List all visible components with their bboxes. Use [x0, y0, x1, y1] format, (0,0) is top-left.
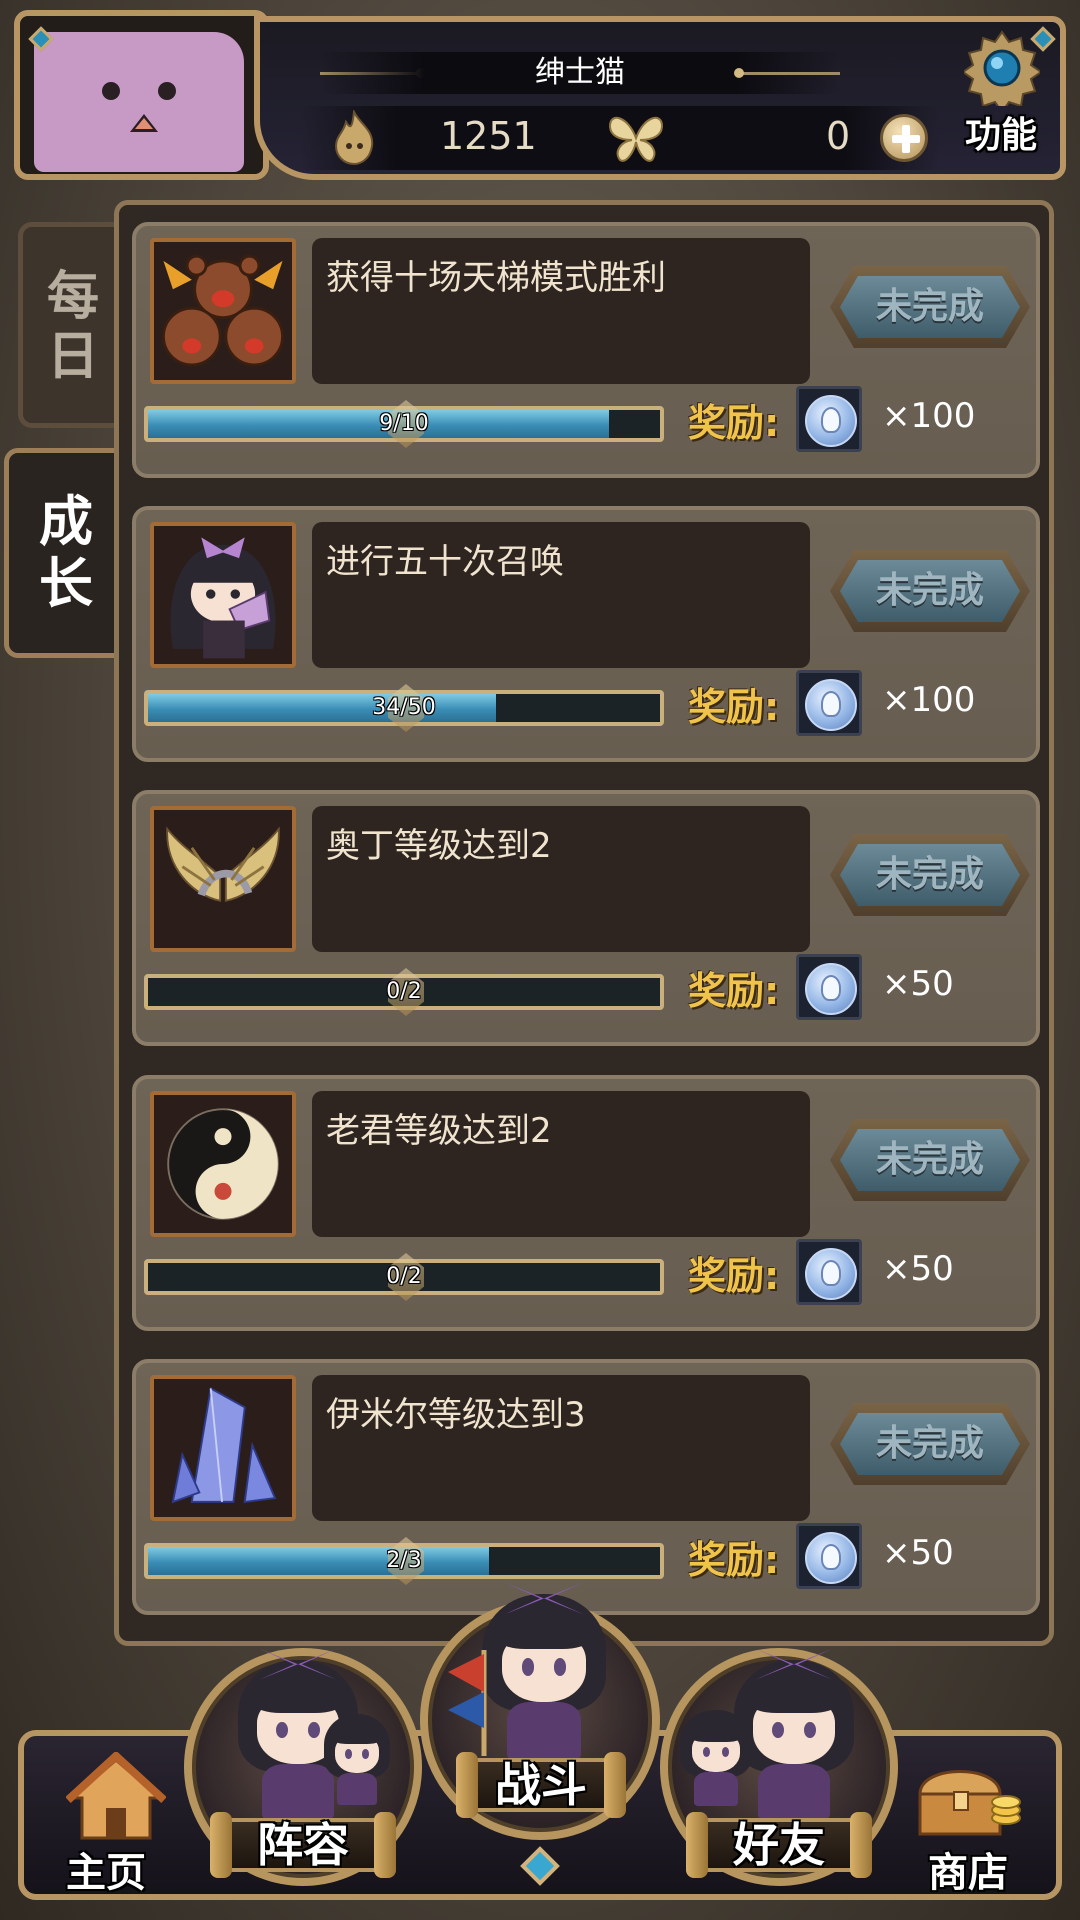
quest-card: 伊米尔等级达到3 未完成 2/3 奖励: ×50: [132, 1359, 1040, 1615]
progress-bar: 2/3: [144, 1537, 664, 1585]
status-label: 未完成: [875, 854, 984, 895]
quest-title: 进行五十次召唤: [326, 542, 564, 582]
spirit-coin-icon[interactable]: [796, 1523, 862, 1589]
quest-title: 获得十场天梯模式胜利: [326, 258, 666, 298]
winged-helm-icon: [150, 806, 296, 952]
quest-status-button[interactable]: 未完成: [830, 550, 1030, 632]
progress-text: 2/3: [386, 1548, 422, 1573]
flag-icon: [448, 1650, 487, 1756]
reward-amount: ×50: [882, 964, 954, 1004]
reward-amount: ×100: [882, 396, 976, 436]
reward-label: 奖励:: [688, 401, 780, 445]
status-label: 未完成: [875, 1139, 984, 1180]
reward-amount: ×50: [882, 1249, 954, 1289]
tab-growth-label: 成 长: [9, 491, 123, 615]
reward-label: 奖励:: [688, 1538, 780, 1582]
status-label: 未完成: [875, 1423, 984, 1464]
avatar-eye-right: [158, 82, 176, 100]
add-currency-button[interactable]: [880, 114, 928, 162]
quest-status-button[interactable]: 未完成: [830, 1403, 1030, 1485]
quest-card: 奥丁等级达到2 未完成 0/2 奖励: ×50: [132, 790, 1040, 1046]
tab-daily-label: 每 日: [23, 267, 123, 387]
spirit-coin-icon[interactable]: [796, 386, 862, 452]
function-button[interactable]: 功能: [946, 30, 1056, 170]
nav-battle[interactable]: 战斗: [420, 1582, 660, 1840]
gear-icon: [964, 30, 1040, 106]
quest-title: 老君等级达到2: [326, 1111, 552, 1151]
quest-description-box: 进行五十次召唤: [312, 522, 810, 668]
tab-growth-text: 成 长: [39, 490, 93, 615]
avatar-frame[interactable]: [14, 10, 269, 180]
nav-battle-banner: 战斗: [456, 1752, 626, 1818]
quest-description-box: 老君等级达到2: [312, 1091, 810, 1237]
reward-amount: ×50: [882, 1533, 954, 1573]
progress-bar: 0/2: [144, 968, 664, 1016]
progress-text: 0/2: [386, 979, 422, 1004]
nav-friends-label: 好友: [733, 1818, 825, 1872]
reward-label: 奖励:: [688, 1254, 780, 1298]
name-decoration-right: [734, 68, 840, 78]
reward-label: 奖励:: [688, 685, 780, 729]
bear-trio-icon: [150, 238, 296, 384]
soul-currency-value: 1251: [440, 114, 537, 158]
progress-bar: 0/2: [144, 1253, 664, 1301]
player-info-panel: 绅士猫 1251 0 功能: [254, 16, 1066, 180]
nav-lineup[interactable]: 阵容: [184, 1648, 422, 1886]
friend-partner-icon: [680, 1710, 752, 1806]
friend-character-icon: [734, 1648, 854, 1820]
quest-description-box: 奥丁等级达到2: [312, 806, 810, 952]
resource-strip: 1251 0: [300, 106, 940, 170]
nav-lineup-label: 阵容: [257, 1818, 349, 1872]
avatar-eye-left: [102, 82, 120, 100]
quest-title: 奥丁等级达到2: [326, 826, 552, 866]
function-label: 功能: [964, 115, 1037, 156]
quest-status-button[interactable]: 未完成: [830, 1119, 1030, 1201]
summoner-girl-icon: [150, 522, 296, 668]
status-label: 未完成: [875, 286, 984, 327]
lineup-partner-icon: [324, 1714, 390, 1806]
nav-lineup-banner: 阵容: [210, 1812, 396, 1878]
reward-label: 奖励:: [688, 969, 780, 1013]
flame-icon: [334, 110, 374, 166]
avatar-mouth: [130, 114, 158, 132]
gem-currency-value: 0: [826, 114, 851, 158]
quest-status-button[interactable]: 未完成: [830, 834, 1030, 916]
nav-shop[interactable]: 商店: [898, 1748, 1038, 1898]
nav-friends-banner: 好友: [686, 1812, 872, 1878]
butterfly-icon: [608, 116, 664, 162]
nav-home[interactable]: 主页: [36, 1748, 176, 1898]
avatar[interactable]: [34, 32, 244, 172]
quest-status-button[interactable]: 未完成: [830, 266, 1030, 348]
tab-daily-text: 每 日: [46, 267, 99, 387]
nav-home-label: 主页: [66, 1850, 146, 1896]
yin-yang-icon: [150, 1091, 296, 1237]
quest-card: 进行五十次召唤 未完成 34/50 奖励: ×100: [132, 506, 1040, 762]
progress-text: 0/2: [386, 1264, 422, 1289]
ice-crystal-icon: [150, 1375, 296, 1521]
nav-friends[interactable]: 好友: [660, 1648, 898, 1886]
spirit-coin-icon[interactable]: [796, 954, 862, 1020]
top-bar: 绅士猫 1251 0 功能: [14, 10, 1066, 180]
quest-card: 获得十场天梯模式胜利 未完成 9/10 奖励: ×100: [132, 222, 1040, 478]
progress-bar: 34/50: [144, 684, 664, 732]
chest-icon: [918, 1770, 1021, 1836]
progress-text: 9/10: [379, 411, 429, 436]
progress-bar: 9/10: [144, 400, 664, 448]
spirit-coin-icon[interactable]: [796, 1239, 862, 1305]
spirit-coin-icon[interactable]: [796, 670, 862, 736]
tab-daily[interactable]: 每 日: [18, 222, 128, 428]
nav-shop-label: 商店: [928, 1850, 1008, 1896]
reward-amount: ×100: [882, 680, 976, 720]
nav-battle-label: 战斗: [495, 1758, 587, 1812]
house-icon: [66, 1752, 166, 1840]
tab-growth[interactable]: 成 长: [4, 448, 128, 658]
status-label: 未完成: [875, 570, 984, 611]
quest-card: 老君等级达到2 未完成 0/2 奖励: ×50: [132, 1075, 1040, 1331]
progress-text: 34/50: [372, 695, 436, 720]
quest-description-box: 伊米尔等级达到3: [312, 1375, 810, 1521]
quest-title: 伊米尔等级达到3: [326, 1395, 586, 1435]
quest-description-box: 获得十场天梯模式胜利: [312, 238, 810, 384]
